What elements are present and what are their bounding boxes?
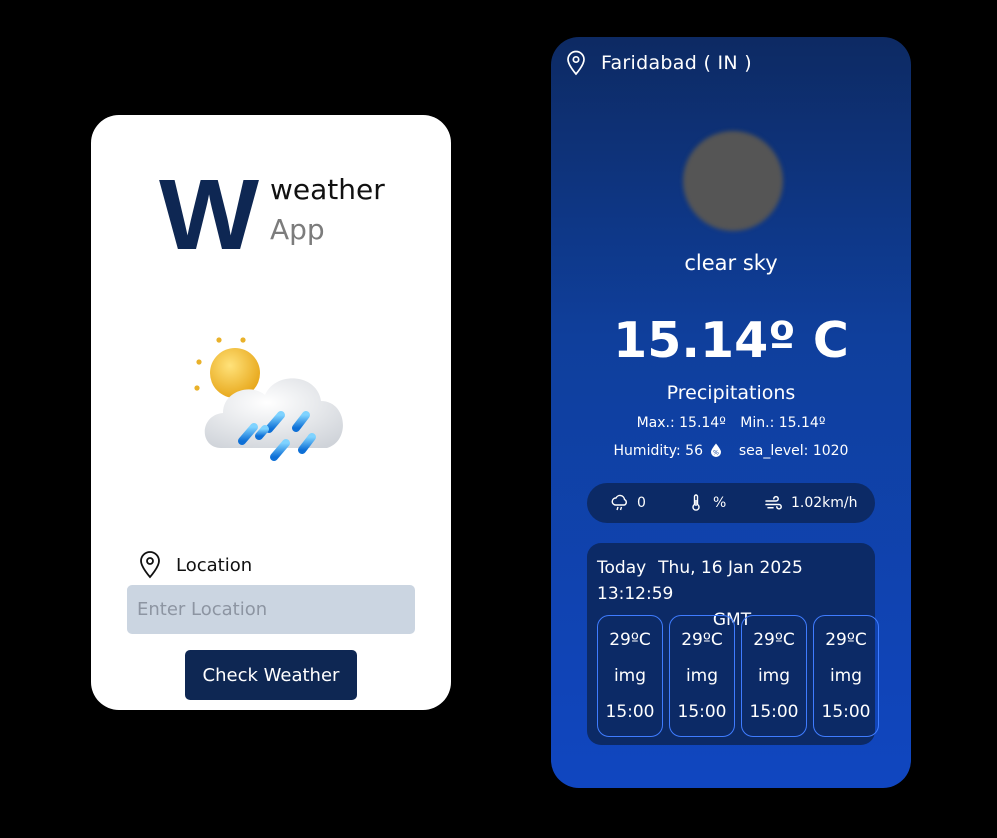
forecast-card: 29ºC img 15:00 [669, 615, 735, 737]
location-pin-icon [567, 50, 585, 76]
country-label: ( IN ) [703, 52, 752, 74]
forecast-cards: 29ºC img 15:00 29ºC img 15:00 29ºC img 1… [597, 615, 879, 737]
logo-letter: W [159, 159, 260, 271]
logo-subtitle: App [270, 213, 325, 246]
min-temp: Min.: 15.14º [740, 415, 826, 431]
temperature-stat: % [687, 483, 726, 523]
humidity-row: Humidity: 56 % sea_level: 1020 [551, 443, 911, 459]
forecast-card: 29ºC img 15:00 [597, 615, 663, 737]
wind-stat: 1.02km/h [765, 483, 858, 523]
forecast-time: 15:00 [821, 702, 871, 722]
min-max-row: Max.: 15.14º Min.: 15.14º [551, 415, 911, 431]
rain-stat: 0 [611, 483, 646, 523]
forecast-panel: Today Thu, 16 Jan 2025 13:12:59 GMT 29ºC … [587, 543, 879, 745]
page: W weather App Location Enter Location Ch… [0, 0, 997, 838]
temperature-value: 15.14º C [613, 312, 849, 369]
forecast-img-placeholder: img [613, 666, 647, 686]
location-pin-icon [140, 551, 160, 579]
humidity-drop-icon: % [711, 443, 722, 457]
rain-value: 0 [637, 495, 646, 511]
search-card: W weather App Location Enter Location Ch… [91, 115, 451, 710]
forecast-card: 29ºC img 15:00 [741, 615, 807, 737]
forecast-img-placeholder: img [757, 666, 791, 686]
forecast-img-placeholder: img [829, 666, 863, 686]
location-label: Location [176, 554, 253, 576]
stats-bar: 0 % 1.02km/h [587, 483, 875, 523]
location-row: Location [137, 551, 252, 579]
today-label: Today [597, 558, 647, 578]
forecast-temp: 29ºC [825, 630, 867, 650]
cloud-rain-icon [611, 494, 627, 511]
precipitations-title: Precipitations [666, 382, 796, 404]
thermometer-icon [692, 494, 700, 511]
forecast-time: 15:00 [605, 702, 655, 722]
sun-cloud-rain-icon [194, 337, 343, 461]
forecast-temp: 29ºC [609, 630, 651, 650]
city-label: Faridabad [601, 52, 698, 74]
app-logo: W weather App [159, 165, 399, 265]
humidity-value: Humidity: 56 [613, 443, 703, 459]
city-name: Faridabad ( IN ) [601, 52, 752, 74]
check-weather-button[interactable]: Check Weather [185, 650, 357, 700]
wind-icon [765, 495, 782, 510]
wind-value: 1.02km/h [791, 495, 858, 511]
forecast-temp: 29ºC [681, 630, 723, 650]
forecast-time: 15:00 [749, 702, 799, 722]
sea-level-value: sea_level: 1020 [738, 443, 849, 459]
weather-result-card: Faridabad ( IN ) clear sky 15.14º C Prec… [551, 37, 911, 788]
forecast-img-placeholder: img [685, 666, 719, 686]
forecast-card: 29ºC img 15:00 [813, 615, 879, 737]
city-row: Faridabad ( IN ) [565, 50, 752, 76]
weather-description: clear sky [684, 251, 778, 275]
forecast-temp: 29ºC [753, 630, 795, 650]
svg-text:%: % [714, 450, 720, 457]
location-input[interactable] [127, 585, 415, 634]
weather-condition-icon [683, 131, 783, 231]
logo-title: weather [270, 173, 385, 206]
temperature-pct-value: % [713, 495, 727, 511]
max-temp: Max.: 15.14º [636, 415, 726, 431]
forecast-time: 15:00 [677, 702, 727, 722]
